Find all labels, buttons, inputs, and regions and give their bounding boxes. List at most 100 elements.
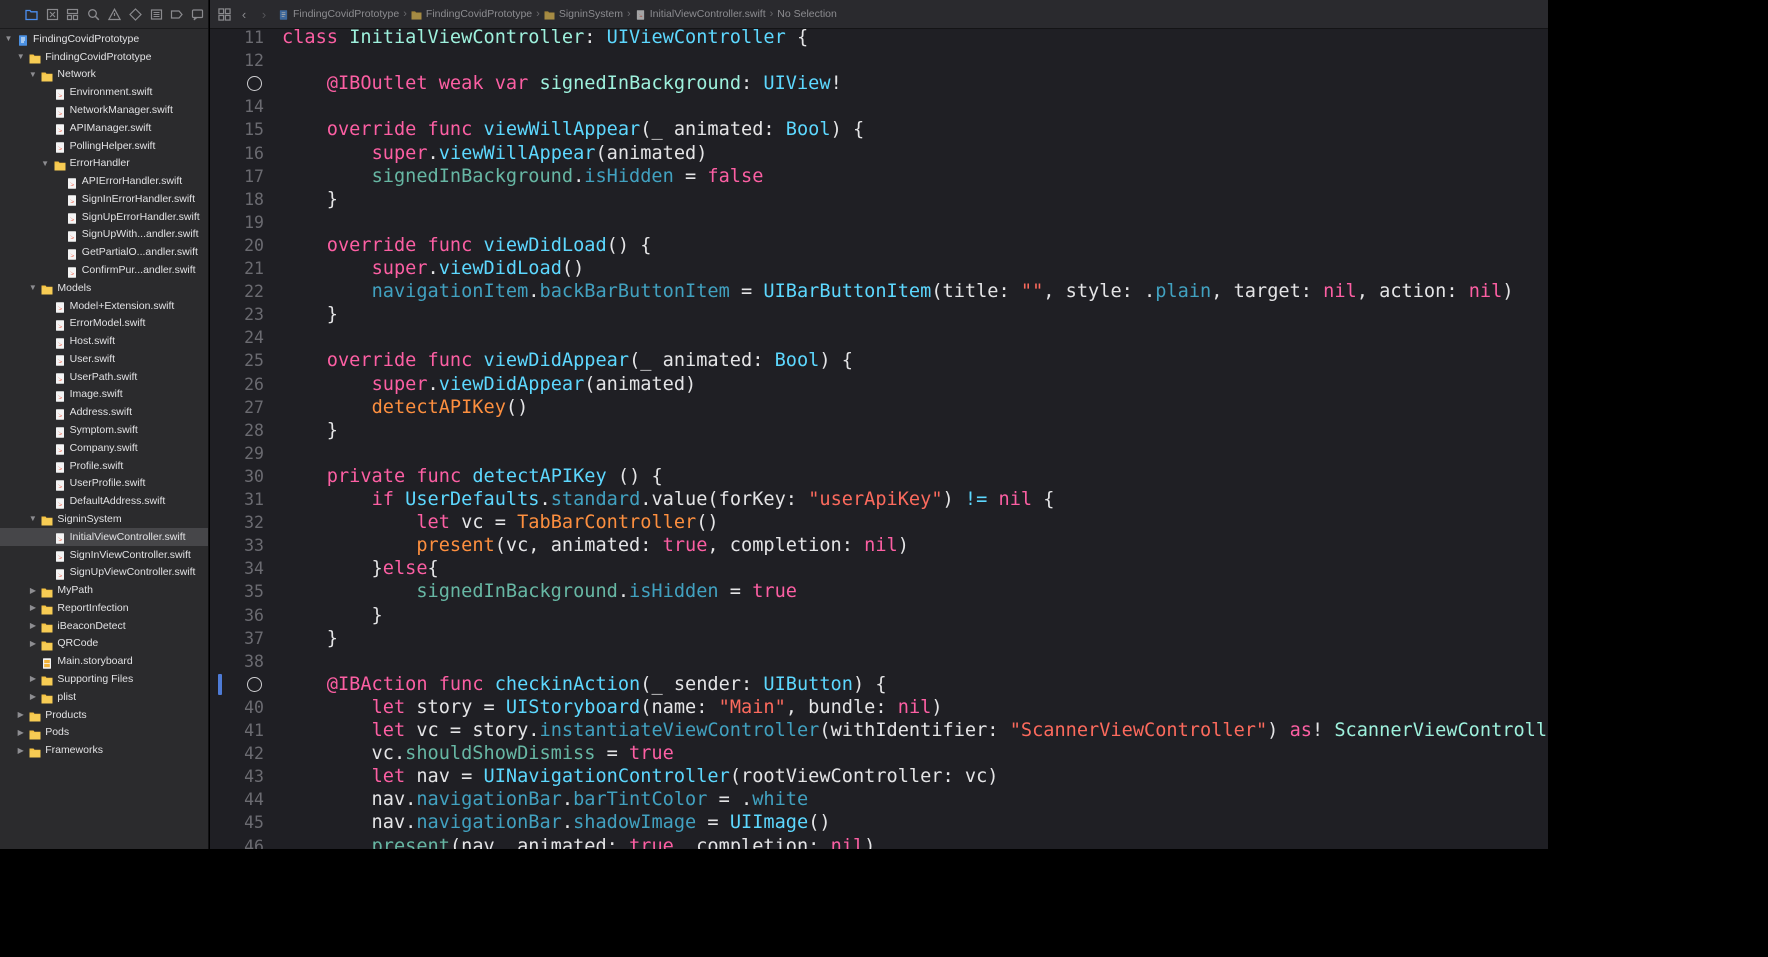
forward-arrow-icon[interactable]: › [254, 4, 274, 24]
tree-group-mypath[interactable]: ▶ MyPath [0, 581, 208, 599]
test-icon[interactable] [125, 4, 146, 24]
code-line[interactable]: 26 super.viewDidAppear(animated) [210, 373, 1548, 396]
connection-circle-icon[interactable] [247, 676, 262, 692]
tree-file-signinerrorhandler-swift[interactable]: SignInErrorHandler.swift [0, 190, 208, 208]
disclosure-open-icon[interactable]: ▼ [4, 34, 13, 43]
tree-group-frameworks[interactable]: ▶ Frameworks [0, 741, 208, 759]
tree-file-user-swift[interactable]: User.swift [0, 350, 208, 368]
tree-group-qrcode[interactable]: ▶ QRCode [0, 635, 208, 653]
disclosure-closed-icon[interactable]: ▶ [16, 728, 25, 737]
tree-file-address-swift[interactable]: Address.swift [0, 403, 208, 421]
breadcrumb-item[interactable]: FindingCovidPrototype [278, 8, 399, 20]
code-line[interactable]: 43 let nav = UINavigationController(root… [210, 765, 1548, 788]
symbol-icon[interactable] [63, 4, 84, 24]
code-line[interactable]: 45 nav.navigationBar.shadowImage = UIIma… [210, 811, 1548, 834]
code-line[interactable]: 34 }else{ [210, 557, 1548, 580]
disclosure-closed-icon[interactable]: ▶ [16, 746, 25, 755]
code-line[interactable]: 31 if UserDefaults.standard.value(forKey… [210, 488, 1548, 511]
related-items-icon[interactable] [214, 4, 234, 24]
code-line[interactable]: 20 override func viewDidLoad() { [210, 234, 1548, 257]
tree-file-apierrorhandler-swift[interactable]: APIErrorHandler.swift [0, 172, 208, 190]
disclosure-open-icon[interactable]: ▼ [41, 159, 50, 168]
tree-file-errormodel-swift[interactable]: ErrorModel.swift [0, 314, 208, 332]
code-line[interactable]: 14 [210, 95, 1548, 118]
disclosure-open-icon[interactable]: ▼ [28, 514, 37, 523]
code-line[interactable]: 11 class InitialViewController: UIViewCon… [210, 26, 1548, 49]
code-line[interactable]: 35 signedInBackground.isHidden = true [210, 580, 1548, 603]
tree-file-initialviewcontroller-swift[interactable]: InitialViewController.swift [0, 527, 208, 546]
disclosure-closed-icon[interactable]: ▶ [28, 639, 37, 648]
tree-file-signinviewcontroller-swift[interactable]: SignInViewController.swift [0, 546, 208, 564]
tree-group-ibeacondetect[interactable]: ▶ iBeaconDetect [0, 617, 208, 635]
tree-file-symptom-swift[interactable]: Symptom.swift [0, 421, 208, 439]
tree-group-findingcovidprototype[interactable]: ▼ FindingCovidPrototype [0, 48, 208, 66]
disclosure-closed-icon[interactable]: ▶ [28, 621, 37, 630]
breadcrumb-item[interactable]: FindingCovidPrototype [411, 8, 532, 20]
find-icon[interactable] [83, 4, 104, 24]
code-line[interactable]: 12 [210, 49, 1548, 72]
breakpoint-icon[interactable] [166, 4, 187, 24]
disclosure-open-icon[interactable]: ▼ [16, 52, 25, 61]
connection-circle-icon[interactable] [247, 76, 262, 92]
code-line[interactable]: 38 [210, 650, 1548, 673]
report-icon[interactable] [187, 4, 208, 24]
tree-group-reportinfection[interactable]: ▶ ReportInfection [0, 599, 208, 617]
tree-file-userprofile-swift[interactable]: UserProfile.swift [0, 475, 208, 493]
tree-group-signinsystem[interactable]: ▼ SigninSystem [0, 510, 208, 528]
folder-icon[interactable] [21, 4, 42, 24]
code-line[interactable]: 17 signedInBackground.isHidden = false [210, 165, 1548, 188]
code-line[interactable]: 46 present(nav, animated: true, completi… [210, 835, 1548, 850]
code-line[interactable]: 24 [210, 326, 1548, 349]
code-line[interactable]: @IBOutlet weak var signedInBackground: U… [210, 72, 1548, 95]
back-arrow-icon[interactable]: ‹ [234, 4, 254, 24]
tree-file-apimanager-swift[interactable]: APIManager.swift [0, 119, 208, 137]
tree-file-profile-swift[interactable]: Profile.swift [0, 457, 208, 475]
code-line[interactable]: 19 [210, 211, 1548, 234]
tree-file-pollinghelper-swift[interactable]: PollingHelper.swift [0, 137, 208, 155]
code-line[interactable]: 42 vc.shouldShowDismiss = true [210, 742, 1548, 765]
code-line[interactable]: 30 private func detectAPIKey () { [210, 465, 1548, 488]
code-line[interactable]: 36 } [210, 604, 1548, 627]
issue-icon[interactable] [104, 4, 125, 24]
code-line[interactable]: 25 override func viewDidAppear(_ animate… [210, 349, 1548, 372]
tree-file-signupviewcontroller-swift[interactable]: SignUpViewController.swift [0, 563, 208, 581]
code-line[interactable]: 33 present(vc, animated: true, completio… [210, 534, 1548, 557]
disclosure-open-icon[interactable]: ▼ [28, 70, 37, 79]
tree-file-signupwith-andler-swift[interactable]: SignUpWith...andler.swift [0, 226, 208, 244]
disclosure-closed-icon[interactable]: ▶ [28, 603, 37, 612]
code-line[interactable]: 15 override func viewWillAppear(_ animat… [210, 118, 1548, 141]
code-line[interactable]: 22 navigationItem.backBarButtonItem = UI… [210, 280, 1548, 303]
code-line[interactable]: 37 } [210, 627, 1548, 650]
tree-file-getpartialo-andler-swift[interactable]: GetPartialO...andler.swift [0, 243, 208, 261]
tree-group-network[interactable]: ▼ Network [0, 66, 208, 84]
tree-file-environment-swift[interactable]: Environment.swift [0, 83, 208, 101]
code-line[interactable]: 23 } [210, 303, 1548, 326]
tree-file-host-swift[interactable]: Host.swift [0, 332, 208, 350]
breadcrumb-item[interactable]: SigninSystem [544, 8, 623, 20]
tree-group-products[interactable]: ▶ Products [0, 706, 208, 724]
tree-group-plist[interactable]: ▶ plist [0, 688, 208, 706]
source-editor[interactable]: ‹ › FindingCovidPrototype › FindingCovidPr… [210, 0, 1548, 849]
tree-group-findingcovidprototype[interactable]: ▼ FindingCovidPrototype [0, 30, 208, 48]
code-line[interactable]: 18 } [210, 188, 1548, 211]
tree-file-main-storyboard[interactable]: Main.storyboard [0, 652, 208, 670]
tree-group-pods[interactable]: ▶ Pods [0, 723, 208, 741]
disclosure-closed-icon[interactable]: ▶ [28, 692, 37, 701]
tree-group-supporting-files[interactable]: ▶ Supporting Files [0, 670, 208, 688]
tree-file-model-extension-swift[interactable]: Model+Extension.swift [0, 297, 208, 315]
code-line[interactable]: @IBAction func checkinAction(_ sender: U… [210, 673, 1548, 696]
debug-icon[interactable] [146, 4, 167, 24]
code-line[interactable]: 27 detectAPIKey() [210, 396, 1548, 419]
tree-file-company-swift[interactable]: Company.swift [0, 439, 208, 457]
code-line[interactable]: 28 } [210, 419, 1548, 442]
code-line[interactable]: 44 nav.navigationBar.barTintColor = .whi… [210, 788, 1548, 811]
breadcrumb-item[interactable]: No Selection [777, 8, 837, 20]
source-control-icon[interactable] [42, 4, 63, 24]
tree-file-image-swift[interactable]: Image.swift [0, 386, 208, 404]
disclosure-closed-icon[interactable]: ▶ [28, 674, 37, 683]
tree-group-models[interactable]: ▼ Models [0, 279, 208, 297]
tree-file-networkmanager-swift[interactable]: NetworkManager.swift [0, 101, 208, 119]
code-line[interactable]: 32 let vc = TabBarController() [210, 511, 1548, 534]
tree-file-userpath-swift[interactable]: UserPath.swift [0, 368, 208, 386]
tree-file-signuperrorhandler-swift[interactable]: SignUpErrorHandler.swift [0, 208, 208, 226]
